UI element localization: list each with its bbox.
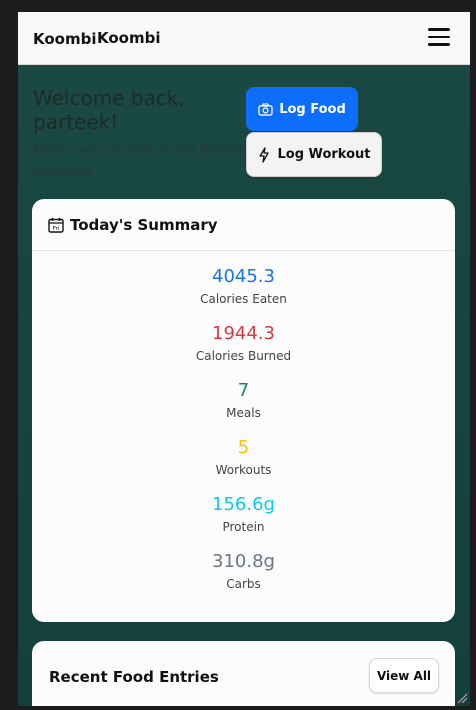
todays-summary-card: Fri Today's Summary 4045.3 Calories Eaten… — [32, 199, 455, 622]
hamburger-menu-icon[interactable] — [428, 28, 450, 46]
summary-stat-calories-eaten: 4045.3 Calories Eaten — [32, 265, 455, 322]
welcome-heading: Welcome back, parteek! — [33, 86, 185, 134]
stat-value: 310.8g — [212, 551, 275, 572]
brand-name[interactable]: Koombi — [97, 29, 160, 47]
stat-value: 156.6g — [212, 494, 275, 515]
summary-stat-carbs: 310.8g Carbs — [32, 550, 455, 607]
log-food-button[interactable]: Log Food — [246, 87, 358, 131]
stat-value: 1944.3 — [212, 323, 275, 344]
camera-icon — [258, 102, 273, 116]
stat-label: Calories Burned — [195, 349, 292, 363]
stat-label: Workouts — [215, 463, 272, 477]
resize-grip-icon[interactable] — [456, 692, 468, 704]
view-all-button[interactable]: View All — [369, 658, 439, 693]
recent-food-entries-card: Recent Food Entries View All — [32, 641, 455, 706]
brand-logo-text[interactable]: Koombi — [33, 30, 96, 48]
window-edge-left — [0, 0, 18, 710]
stat-value: 5 — [237, 437, 250, 458]
recent-food-title: Recent Food Entries — [49, 668, 219, 686]
log-food-label: Log Food — [279, 101, 346, 117]
summary-stat-meals: 7 Meals — [32, 379, 455, 436]
stat-value: 7 — [237, 380, 250, 401]
svg-text:Fri: Fri — [53, 226, 60, 232]
lightning-icon — [258, 146, 269, 163]
stat-label: Calories Eaten — [200, 292, 287, 306]
stat-label: Meals — [226, 406, 261, 420]
summary-stat-calories-burned: 1944.3 Calories Burned — [32, 322, 455, 379]
summary-stat-workouts: 5 Workouts — [32, 436, 455, 493]
log-workout-button[interactable]: Log Workout — [246, 132, 382, 177]
summary-card-header: Fri Today's Summary — [32, 199, 455, 251]
stat-value: 4045.3 — [212, 266, 275, 287]
summary-stats: 4045.3 Calories Eaten 1944.3 Calories Burne… — [32, 251, 455, 607]
calendar-icon: Fri — [48, 217, 64, 233]
log-workout-label: Log Workout — [277, 147, 371, 162]
summary-title: Today's Summary — [70, 215, 218, 234]
top-navbar: Koombi Koombi — [18, 12, 470, 65]
summary-stat-protein: 156.6g Protein — [32, 493, 455, 550]
stat-label: Protein — [222, 520, 265, 534]
stat-label: Carbs — [226, 577, 261, 591]
window-edge-right — [470, 0, 476, 710]
app-viewport: Koombi Koombi Welcome back, parteek! Her… — [18, 12, 470, 706]
welcome-subtitle: Here's your nutrition and fitness overvi… — [33, 143, 243, 180]
